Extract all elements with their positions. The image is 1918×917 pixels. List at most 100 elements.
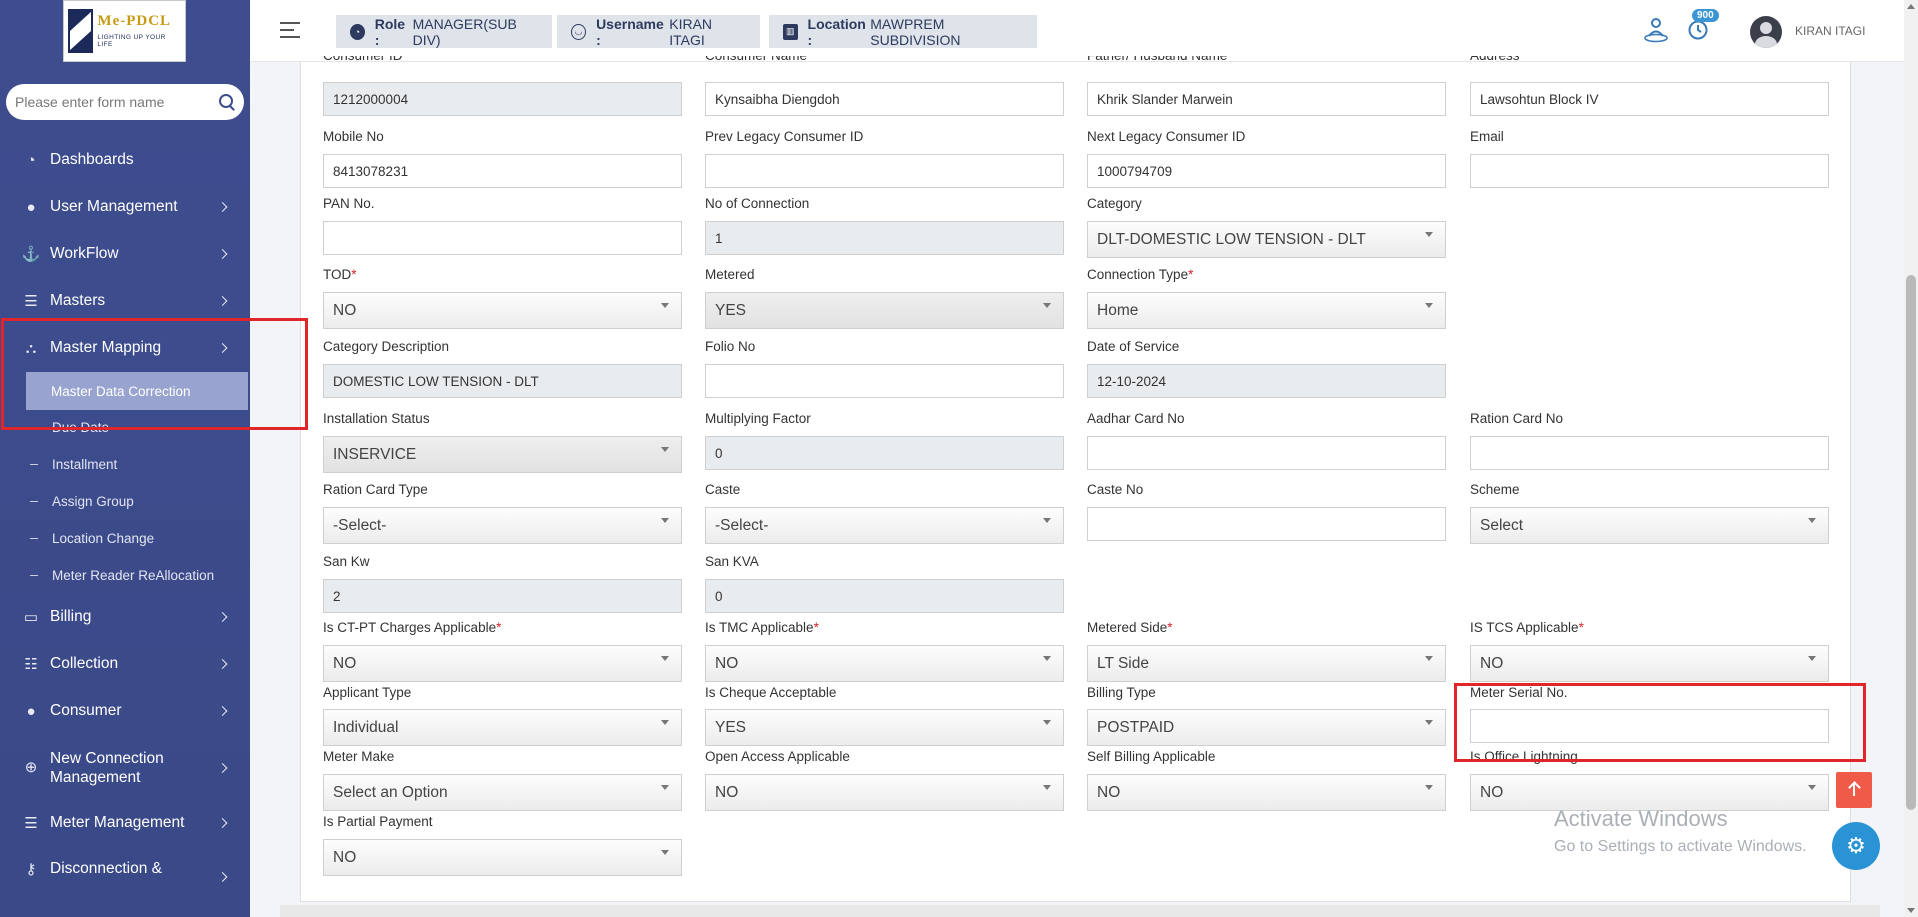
sidebar-item-dashboards[interactable]: ◔ Dashboards	[0, 140, 250, 180]
dash-icon	[30, 574, 38, 576]
required-asterisk: *	[813, 620, 819, 635]
user-location-icon[interactable]	[1642, 16, 1670, 44]
field-value: Lawsohtun Block IV	[1480, 91, 1599, 107]
san-kw-input[interactable]: 2	[323, 579, 682, 613]
field-1-input[interactable]: Kynsaibha Diengdoh	[705, 82, 1064, 116]
date-of-service-input[interactable]: 12-10-2024	[1087, 364, 1446, 398]
scheme-select[interactable]: Select	[1470, 507, 1829, 544]
installation-status-select[interactable]: INSERVICE	[323, 436, 682, 473]
scroll-down-icon[interactable]	[1907, 908, 1915, 913]
ration-card-type-select[interactable]: -Select-	[323, 507, 682, 544]
anchor-icon: ⚓	[21, 246, 41, 263]
connection-type-select[interactable]: Home	[1087, 292, 1446, 329]
field-label: TOD*	[323, 267, 357, 282]
field-label-cut: Address	[1470, 56, 1520, 64]
field-label-cut: Consumer ID	[323, 56, 403, 64]
is-cheque-acceptable-select[interactable]: YES	[705, 709, 1064, 746]
folio-no-input[interactable]	[705, 364, 1064, 398]
prev-legacy-consumer-id-input[interactable]	[705, 154, 1064, 188]
sidebar-item-collection[interactable]: ☷ Collection	[0, 644, 250, 684]
scroll-to-top-button[interactable]	[1836, 772, 1872, 808]
sidebar: Me-PDCL LIGHTING UP YOUR LIFE ◔ Dashboar…	[0, 0, 250, 917]
hamburger-menu-icon[interactable]	[280, 22, 300, 38]
sidebar-subitem-meter-reader-reallocation[interactable]: Meter Reader ReAllocation	[0, 560, 250, 590]
self-billing-applicable-select[interactable]: NO	[1087, 774, 1446, 811]
ration-card-no-input[interactable]	[1470, 436, 1829, 470]
search-icon[interactable]	[219, 94, 235, 110]
history-icon[interactable]	[1687, 19, 1709, 41]
field-3-input[interactable]: Lawsohtun Block IV	[1470, 82, 1829, 116]
next-legacy-consumer-id-input[interactable]: 1000794709	[1087, 154, 1446, 188]
is-partial-payment-select[interactable]: NO	[323, 839, 682, 876]
company-logo[interactable]: Me-PDCL LIGHTING UP YOUR LIFE	[63, 0, 186, 62]
san-kva-input[interactable]: 0	[705, 579, 1064, 613]
multiplying-factor-input[interactable]: 0	[705, 436, 1064, 470]
field-value: Home	[1097, 301, 1139, 319]
field-2-input[interactable]: Khrik Slander Marwein	[1087, 82, 1446, 116]
sidebar-item-master-mapping[interactable]: ⛬ Master Mapping	[0, 328, 250, 368]
field-label: Metered Side*	[1087, 620, 1173, 635]
no-of-connection-input[interactable]: 1	[705, 221, 1064, 255]
sidebar-subitem-due-date[interactable]: Due Date	[0, 412, 250, 442]
email-input[interactable]	[1470, 154, 1829, 188]
field-value: YES	[715, 718, 747, 736]
field-value: INSERVICE	[333, 445, 417, 463]
page-footer-strip	[280, 905, 1880, 917]
form-search	[6, 84, 244, 120]
scroll-thumb[interactable]	[1906, 275, 1916, 810]
page-scrollbar[interactable]	[1904, 0, 1918, 917]
pan-no-input[interactable]	[323, 221, 682, 255]
logo-tagline: LIGHTING UP YOUR LIFE	[97, 34, 166, 48]
field-label: Ration Card Type	[323, 482, 428, 497]
tod-select[interactable]: NO	[323, 292, 682, 329]
sidebar-subitem-installment[interactable]: Installment	[0, 449, 250, 479]
aadhar-card-no-input[interactable]	[1087, 436, 1446, 470]
sidebar-item-user-management[interactable]: ● User Management	[0, 187, 250, 227]
sidebar-item-workflow[interactable]: ⚓ WorkFlow	[0, 234, 250, 274]
applicant-type-select[interactable]: Individual	[323, 709, 682, 746]
sidebar-item-billing[interactable]: ▭ Billing	[0, 597, 250, 637]
list-icon: ☰	[24, 293, 38, 310]
field-0-input[interactable]: 1212000004	[323, 82, 682, 116]
header-username[interactable]: KIRAN ITAGI	[1795, 24, 1865, 38]
field-value: NO	[1480, 654, 1504, 672]
caste-no-input[interactable]	[1087, 507, 1446, 541]
mobile-no-input[interactable]: 8413078231	[323, 154, 682, 188]
sidebar-item-disconnection[interactable]: ⚷ Disconnection &	[0, 849, 250, 889]
metered-select[interactable]: YES	[705, 292, 1064, 329]
form-search-input[interactable]	[15, 94, 219, 110]
category-description-input[interactable]: DOMESTIC LOW TENSION - DLT	[323, 364, 682, 398]
field-label: Prev Legacy Consumer ID	[705, 129, 864, 144]
is-tmc-applicable-select[interactable]: NO	[705, 645, 1064, 682]
meter-make-select[interactable]: Select an Option	[323, 774, 682, 811]
open-access-applicable-select[interactable]: NO	[705, 774, 1064, 811]
notification-badge: 900	[1692, 9, 1719, 22]
category-select[interactable]: DLT-DOMESTIC LOW TENSION - DLT	[1087, 221, 1446, 258]
sidebar-item-label: Master Mapping	[50, 339, 162, 356]
sidebar-item-masters[interactable]: ☰ Masters	[0, 281, 250, 321]
sidebar-subitem-assign-group[interactable]: Assign Group	[0, 486, 250, 516]
field-label: Is CT-PT Charges Applicable*	[323, 620, 502, 635]
field-label: Date of Service	[1087, 339, 1180, 354]
sidebar-subitem-location-change[interactable]: Location Change	[0, 523, 250, 553]
activate-windows-watermark: Activate Windows Go to Settings to activ…	[1554, 806, 1807, 856]
field-label: Metered	[705, 267, 755, 282]
meter-serial-no-input[interactable]	[1470, 709, 1829, 743]
avatar[interactable]	[1750, 16, 1782, 48]
caste-select[interactable]: -Select-	[705, 507, 1064, 544]
sidebar-subitem-master-data-correction[interactable]: Master Data Correction	[26, 372, 248, 410]
field-label: Next Legacy Consumer ID	[1087, 129, 1246, 144]
sidebar-item-meter-management[interactable]: ☰ Meter Management	[0, 803, 250, 843]
gauge-icon: ◔	[350, 23, 365, 40]
is-ct-pt-charges-applicable-select[interactable]: NO	[323, 645, 682, 682]
billing-type-select[interactable]: POSTPAID	[1087, 709, 1446, 746]
sidebar-item-consumer[interactable]: ● Consumer	[0, 691, 250, 731]
field-label: Scheme	[1470, 482, 1520, 497]
settings-button[interactable]: ⚙	[1832, 822, 1880, 870]
metered-side-select[interactable]: LT Side	[1087, 645, 1446, 682]
is-tcs-applicable-select[interactable]: NO	[1470, 645, 1829, 682]
scroll-up-icon[interactable]	[1907, 4, 1915, 9]
field-value: NO	[333, 654, 357, 672]
field-value: -Select-	[333, 516, 387, 534]
sidebar-item-new-connection-management[interactable]: ⊕ New Connection Management	[0, 742, 250, 794]
